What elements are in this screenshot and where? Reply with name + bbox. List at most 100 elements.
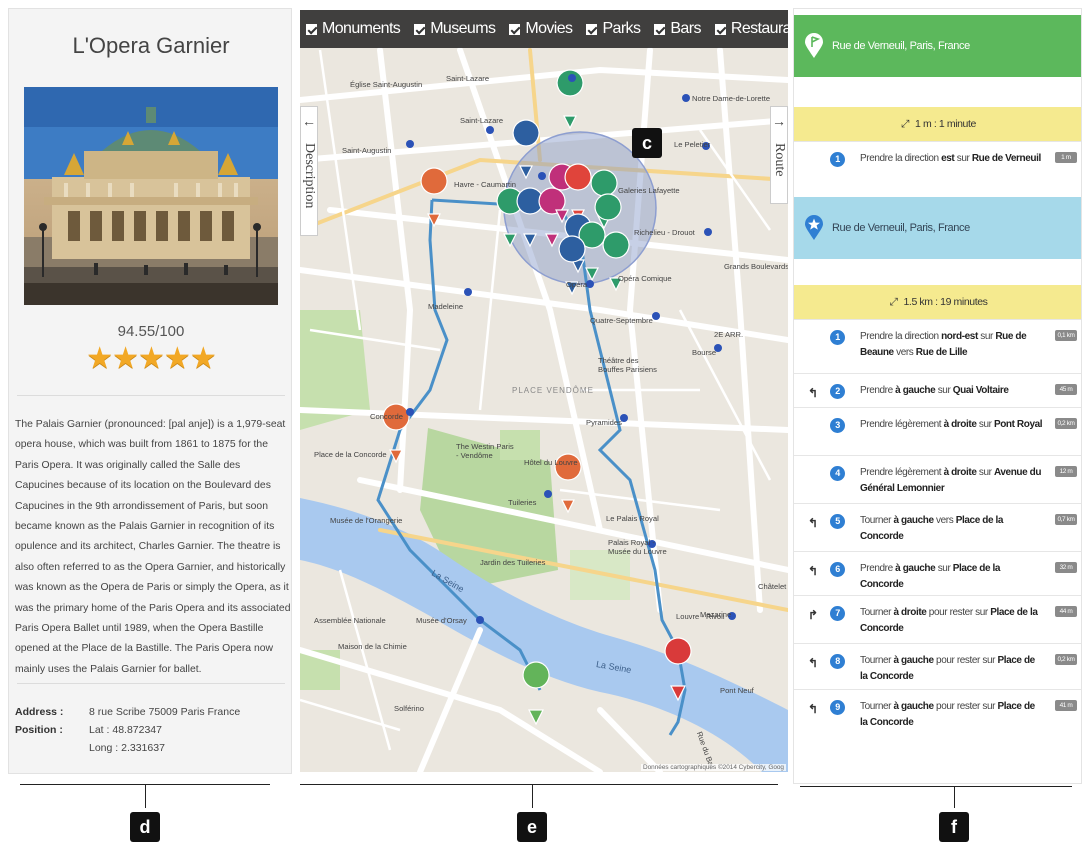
callout-f: f: [939, 812, 969, 842]
map-label: Assemblée Nationale: [314, 616, 386, 625]
map-label: Le Palais Royal: [606, 514, 659, 523]
arrow-left-icon: ←: [302, 115, 316, 130]
route-step[interactable]: 1 Prendre la direction est sur Rue de Ve…: [794, 141, 1081, 197]
description-panel: L'Opera Garnier 94.55/100 ★★★★★ The Pala…: [8, 8, 292, 774]
map-label: Richelieu - Drouot: [634, 228, 695, 237]
route-destination: Rue de Verneuil, Paris, France: [794, 197, 1081, 259]
route-step[interactable]: ↱ 7 Tourner à droite pour rester sur Place…: [794, 595, 1081, 643]
step-instruction: Tourner à gauche vers Place de la Concor…: [860, 515, 1004, 542]
step-number: 5: [830, 514, 845, 529]
step-number: 3: [830, 418, 845, 433]
callout-c: c: [632, 128, 662, 158]
route-step[interactable]: 4 Prendre légèrement à droite sur Avenue …: [794, 455, 1081, 503]
map-label: Église Saint-Augustin: [350, 80, 423, 89]
poi-title: L'Opera Garnier: [72, 33, 230, 58]
filter-museums[interactable]: Museums: [414, 20, 496, 38]
route-step[interactable]: ↰ 8 Tourner à gauche pour rester sur Place…: [794, 643, 1081, 689]
turn-arrow-icon: ↰: [808, 564, 818, 578]
map-label: Pyramides: [586, 418, 622, 427]
arrow-right-icon: →: [772, 115, 786, 130]
step-instruction: Tourner à gauche pour rester sur Place d…: [860, 655, 1035, 682]
step-distance: 0,2 km: [1055, 654, 1077, 665]
map-label: Havre - Caumartin: [454, 180, 517, 189]
map-label: Le Peletier: [674, 140, 711, 149]
map-attribution: Données cartographiques ©2014 Cybercity,…: [640, 764, 786, 771]
route-step[interactable]: ↰ 5 Tourner à gauche vers Place de la Conc…: [794, 503, 1081, 551]
route-step[interactable]: ↰ 2 Prendre à gauche sur Quai Voltaire 45 m: [794, 373, 1081, 407]
step-number: 1: [830, 330, 845, 345]
rating-stars-icon: ★★★★★: [86, 342, 216, 375]
route-step[interactable]: ↰ 6 Prendre à gauche sur Place de la Conco…: [794, 551, 1081, 595]
poi-description: The Palais Garnier (pronounced: [pal anj…: [15, 419, 291, 675]
filter-monuments[interactable]: Monuments: [306, 20, 401, 38]
map-label: Châtelet: [758, 582, 787, 591]
step-number: 4: [830, 466, 845, 481]
step-number: 7: [830, 606, 845, 621]
bracket-line: [800, 786, 1072, 787]
checkbox-icon[interactable]: [509, 23, 521, 35]
map-label: Opéra: [566, 280, 588, 289]
filter-bars[interactable]: Bars: [654, 20, 701, 38]
map-label: Théâtre des Bouffes Parisiens: [598, 356, 657, 374]
route-step[interactable]: 1 Prendre la direction nord-est sur Rue d…: [794, 319, 1081, 373]
bracket-line: [532, 784, 533, 808]
walk-distance-icon: ⤢: [889, 295, 898, 308]
route-tab[interactable]: → Route: [770, 106, 788, 204]
bracket-line: [145, 784, 146, 808]
step-distance: 41 m: [1055, 700, 1077, 711]
step-distance: 0,7 km: [1055, 514, 1077, 525]
step-distance: 45 m: [1055, 384, 1077, 395]
map-label: Saint-Lazare: [446, 74, 490, 83]
callout-d: d: [130, 812, 160, 842]
step-number: 2: [830, 384, 845, 399]
map-label: PLACE VENDÔME: [512, 386, 594, 395]
turn-arrow-icon: ↱: [808, 608, 818, 622]
poi-info: Address : 8 rue Scribe 75009 Paris Franc…: [15, 703, 240, 757]
route-leg-header: ⤢ 1 m : 1 minute: [794, 107, 1081, 141]
route-start-address: Rue de Verneuil, Paris, France: [832, 40, 970, 52]
map-label: Musée d'Orsay: [416, 616, 467, 625]
step-instruction: Prendre légèrement à droite sur Avenue d…: [860, 467, 1042, 494]
bracket-line: [954, 786, 955, 808]
poi-filter-toolbar: Monuments Museums Movies Parks Bars Rest…: [300, 10, 788, 48]
route-start: Rue de Verneuil, Paris, France: [794, 15, 1081, 77]
step-distance: 0,1 km: [1055, 330, 1077, 341]
filter-movies[interactable]: Movies: [509, 20, 573, 38]
start-flag-icon: [805, 33, 823, 58]
route-step[interactable]: 3 Prendre légèrement à droite sur Pont Ro…: [794, 407, 1081, 455]
map-label: Jardin des Tuileries: [480, 558, 546, 567]
checkbox-icon[interactable]: [586, 23, 598, 35]
map-label: Place de la Concorde: [314, 450, 387, 459]
map-label: Notre Dame-de-Lorette: [692, 94, 771, 103]
map-label: Madeleine: [428, 302, 464, 311]
position-label: Position :: [15, 724, 63, 736]
checkbox-icon[interactable]: [654, 23, 666, 35]
map-label: Solférino: [394, 704, 424, 713]
step-distance: 32 m: [1055, 562, 1077, 573]
divider: [17, 395, 285, 396]
map-label: The Westin Paris - Vendôme: [456, 442, 514, 460]
filter-parks[interactable]: Parks: [586, 20, 641, 38]
bracket-line: [300, 784, 778, 785]
turn-arrow-icon: ↰: [808, 386, 818, 400]
map-label: Saint-Lazare: [460, 116, 504, 125]
map-view[interactable]: Saint-Lazare Église Saint-Augustin Saint…: [300, 10, 788, 772]
checkbox-icon[interactable]: [714, 23, 726, 35]
checkbox-icon[interactable]: [414, 23, 426, 35]
step-instruction: Tourner à droite pour rester sur Place d…: [860, 607, 1038, 634]
address-value: 8 rue Scribe 75009 Paris France: [89, 706, 241, 718]
step-distance: 44 m: [1055, 606, 1077, 617]
route-step[interactable]: ↰ 9 Tourner à gauche pour rester sur Place…: [794, 689, 1081, 728]
map-label: Pont Neuf: [720, 686, 754, 695]
filter-restaurants[interactable]: Restaurants: [714, 20, 788, 38]
route-leg-header: ⤢ 1.5 km : 19 minutes: [794, 285, 1081, 319]
turn-arrow-icon: ↰: [808, 656, 818, 670]
step-distance: 1 m: [1055, 152, 1077, 163]
turn-arrow-icon: ↰: [808, 516, 818, 530]
address-label: Address :: [15, 706, 64, 718]
description-tab[interactable]: ← Description: [300, 106, 318, 236]
map-label: Palais Royal - Musée du Louvre: [608, 538, 667, 556]
map-label: Quatre-Septembre: [590, 316, 653, 325]
checkbox-icon[interactable]: [306, 23, 317, 35]
map-label: Musée de l'Orangerie: [330, 516, 403, 525]
